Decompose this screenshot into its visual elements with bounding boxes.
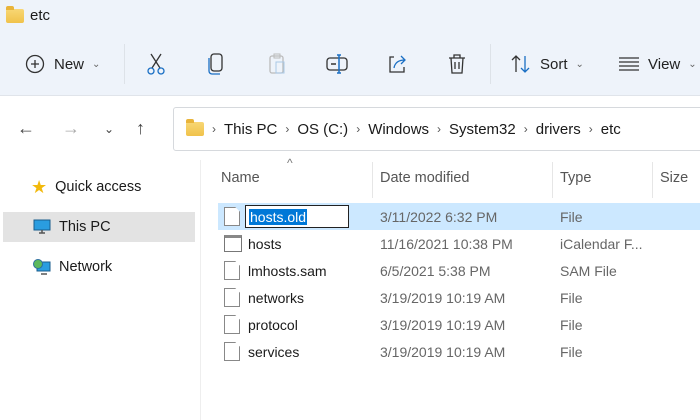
- file-icon: [224, 261, 240, 280]
- file-name: protocol: [248, 316, 298, 333]
- file-date: 3/19/2019 10:19 AM: [380, 289, 506, 306]
- file-row[interactable]: hosts 11/16/2021 10:38 PM iCalendar F...: [218, 230, 700, 257]
- sort-icon: [510, 53, 532, 75]
- chevron-down-icon: ⌄: [688, 58, 697, 70]
- file-row[interactable]: lmhosts.sam 6/5/2021 5:38 PM SAM File: [218, 257, 700, 284]
- column-header-name[interactable]: Name: [221, 170, 260, 186]
- sidebar-item-label: Quick access: [55, 179, 142, 195]
- chevron-right-icon: ›: [523, 122, 528, 136]
- file-type: File: [560, 343, 583, 360]
- file-row[interactable]: protocol 3/19/2019 10:19 AM File: [218, 311, 700, 338]
- chevron-right-icon: ›: [285, 122, 290, 136]
- file-icon: [224, 207, 240, 226]
- file-name: services: [248, 343, 300, 360]
- breadcrumb-etc[interactable]: etc: [601, 121, 621, 138]
- file-row[interactable]: services 3/19/2019 10:19 AM File: [218, 338, 700, 365]
- new-label: New: [54, 55, 85, 73]
- command-bar: New ⌄ Sort ⌄ View ⌄: [0, 32, 700, 96]
- new-button[interactable]: New ⌄: [24, 50, 100, 78]
- up-icon[interactable]: ↑: [136, 118, 145, 139]
- sidebar-item-label: Network: [59, 259, 113, 275]
- chevron-right-icon: ›: [356, 122, 361, 136]
- chevron-right-icon: ›: [588, 122, 593, 136]
- plus-circle-icon: [24, 53, 46, 75]
- breadcrumb-this-pc[interactable]: This PC: [224, 121, 277, 138]
- column-divider[interactable]: [372, 162, 373, 198]
- list-view-icon: [618, 53, 640, 75]
- cut-button[interactable]: [145, 50, 167, 78]
- paste-button[interactable]: [266, 50, 288, 78]
- rename-input[interactable]: hosts.old: [245, 205, 349, 228]
- file-icon: [224, 342, 240, 361]
- share-icon: [386, 53, 408, 75]
- rename-icon: [326, 53, 348, 75]
- folder-icon: [186, 119, 204, 136]
- calendar-file-icon: [224, 235, 242, 252]
- file-icon: [224, 288, 240, 307]
- rename-text: hosts.old: [249, 208, 308, 225]
- trash-icon: [446, 53, 468, 75]
- copy-button[interactable]: [205, 50, 227, 78]
- file-type: File: [560, 208, 583, 225]
- file-date: 3/19/2019 10:19 AM: [380, 316, 506, 333]
- divider: [124, 44, 125, 84]
- share-button[interactable]: [386, 50, 408, 78]
- rename-button[interactable]: [326, 50, 348, 78]
- clipboard-icon: [266, 53, 288, 75]
- pane-divider[interactable]: [200, 160, 201, 420]
- column-divider[interactable]: [552, 162, 553, 198]
- file-type: SAM File: [560, 262, 617, 279]
- file-icon: [224, 315, 240, 334]
- address-bar[interactable]: › This PC › OS (C:) › Windows › System32 › dr…: [173, 107, 700, 151]
- chevron-right-icon: ›: [437, 122, 442, 136]
- column-header-date[interactable]: Date modified: [380, 170, 469, 186]
- view-button[interactable]: View ⌄: [618, 50, 697, 78]
- forward-icon[interactable]: →: [62, 118, 80, 139]
- view-label: View: [648, 55, 681, 73]
- star-icon: ★: [31, 176, 48, 197]
- breadcrumb-os-c[interactable]: OS (C:): [297, 121, 348, 138]
- chevron-down-icon: ⌄: [575, 58, 584, 70]
- folder-icon: [6, 6, 24, 23]
- breadcrumb-drivers[interactable]: drivers: [536, 121, 581, 138]
- sidebar-item-label: This PC: [59, 219, 111, 235]
- file-type: File: [560, 316, 583, 333]
- sort-button[interactable]: Sort ⌄: [510, 50, 584, 78]
- title-bar: etc: [0, 0, 700, 32]
- column-header-size[interactable]: Size: [660, 170, 688, 186]
- breadcrumb-windows[interactable]: Windows: [368, 121, 429, 138]
- delete-button[interactable]: [446, 50, 468, 78]
- file-row[interactable]: networks 3/19/2019 10:19 AM File: [218, 284, 700, 311]
- divider: [490, 44, 491, 84]
- sidebar-item-network[interactable]: Network: [3, 252, 195, 282]
- sidebar-item-quick-access[interactable]: ★ Quick access: [3, 172, 195, 202]
- sort-ascending-icon: ^: [287, 156, 293, 170]
- file-name: hosts: [248, 235, 282, 252]
- back-icon[interactable]: ←: [17, 118, 35, 139]
- sort-label: Sort: [540, 55, 568, 73]
- chevron-right-icon: ›: [212, 122, 216, 136]
- breadcrumb-system32[interactable]: System32: [449, 121, 516, 138]
- window-title: etc: [30, 7, 51, 24]
- file-date: 6/5/2021 5:38 PM: [380, 262, 491, 279]
- computer-icon: [33, 219, 51, 234]
- file-row[interactable]: hosts.old 3/11/2022 6:32 PM File: [218, 203, 700, 230]
- column-divider[interactable]: [652, 162, 653, 198]
- file-date: 3/19/2019 10:19 AM: [380, 343, 506, 360]
- file-date: 3/11/2022 6:32 PM: [380, 208, 498, 225]
- recent-locations-icon[interactable]: ⌄: [104, 122, 114, 136]
- file-name: networks: [248, 289, 305, 306]
- scissors-icon: [145, 53, 167, 75]
- file-name: lmhosts.sam: [248, 262, 327, 279]
- file-type: File: [560, 289, 583, 306]
- file-date: 11/16/2021 10:38 PM: [380, 235, 513, 252]
- sidebar-item-this-pc[interactable]: This PC: [3, 212, 195, 242]
- chevron-down-icon: ⌄: [92, 58, 101, 70]
- column-header-type[interactable]: Type: [560, 170, 591, 186]
- network-icon: [33, 259, 51, 275]
- copy-icon: [205, 53, 227, 75]
- file-type: iCalendar F...: [560, 235, 643, 252]
